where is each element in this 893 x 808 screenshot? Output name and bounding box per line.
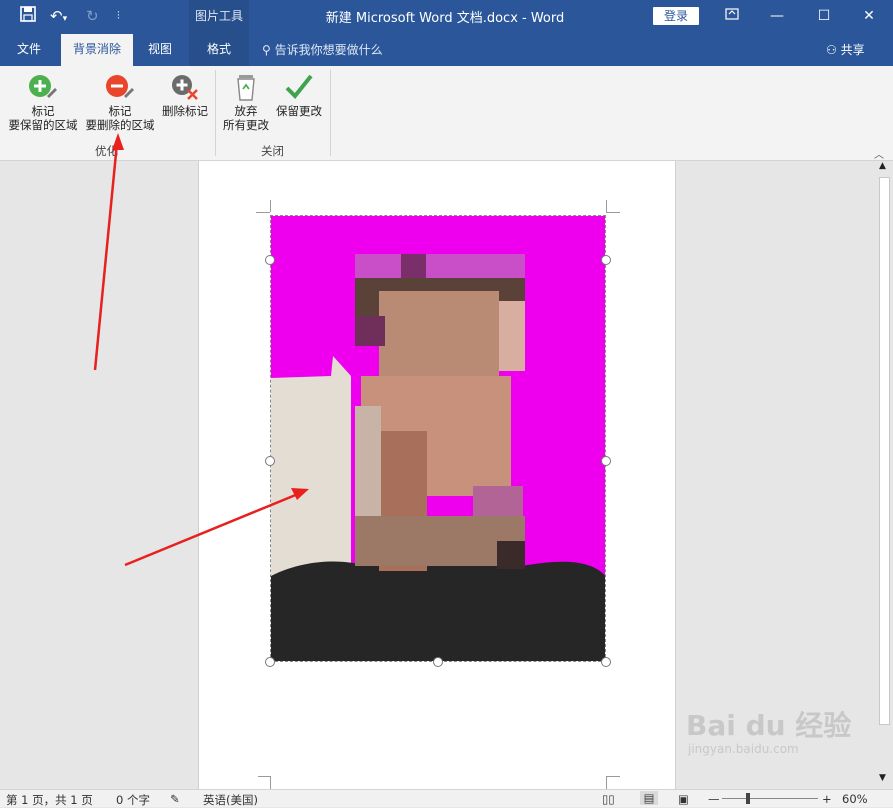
baidu-watermark: Bai du 经验 jingyan.baidu.com	[686, 709, 852, 757]
zoom-slider[interactable]	[722, 798, 818, 799]
arrow-to-mark-remove	[93, 142, 119, 371]
watermark-brand: Bai du 经验	[686, 709, 852, 742]
vertical-scrollbar[interactable]: ▲ ▼	[876, 161, 893, 793]
annotation-arrows	[93, 133, 309, 567]
zoom-in-icon[interactable]: +	[822, 792, 832, 806]
read-mode-icon[interactable]: ▯▯	[602, 792, 615, 806]
proofing-icon[interactable]: ✎	[170, 792, 180, 806]
arrow-head	[112, 133, 124, 150]
word-count[interactable]: 0 个字	[116, 792, 150, 808]
zoom-level[interactable]: 60%	[842, 792, 868, 806]
page-count[interactable]: 第 1 页，共 1 页	[6, 792, 93, 808]
zoom-out-icon[interactable]: —	[708, 792, 720, 806]
scroll-thumb[interactable]	[879, 177, 890, 725]
scroll-up-icon[interactable]: ▲	[879, 161, 886, 171]
language-indicator[interactable]: 英语(美国)	[203, 792, 258, 808]
print-layout-icon[interactable]: ▤	[640, 791, 658, 805]
arrow-head	[291, 488, 309, 500]
zoom-slider-thumb[interactable]	[746, 793, 750, 804]
web-layout-icon[interactable]: ▣	[678, 792, 689, 806]
status-bar: 第 1 页，共 1 页 0 个字 ✎ 英语(美国) ▯▯ ▤ ▣ — + 60%	[0, 789, 893, 807]
scroll-down-icon[interactable]: ▼	[879, 773, 886, 783]
watermark-url: jingyan.baidu.com	[688, 742, 799, 756]
arrow-to-area	[124, 492, 299, 567]
